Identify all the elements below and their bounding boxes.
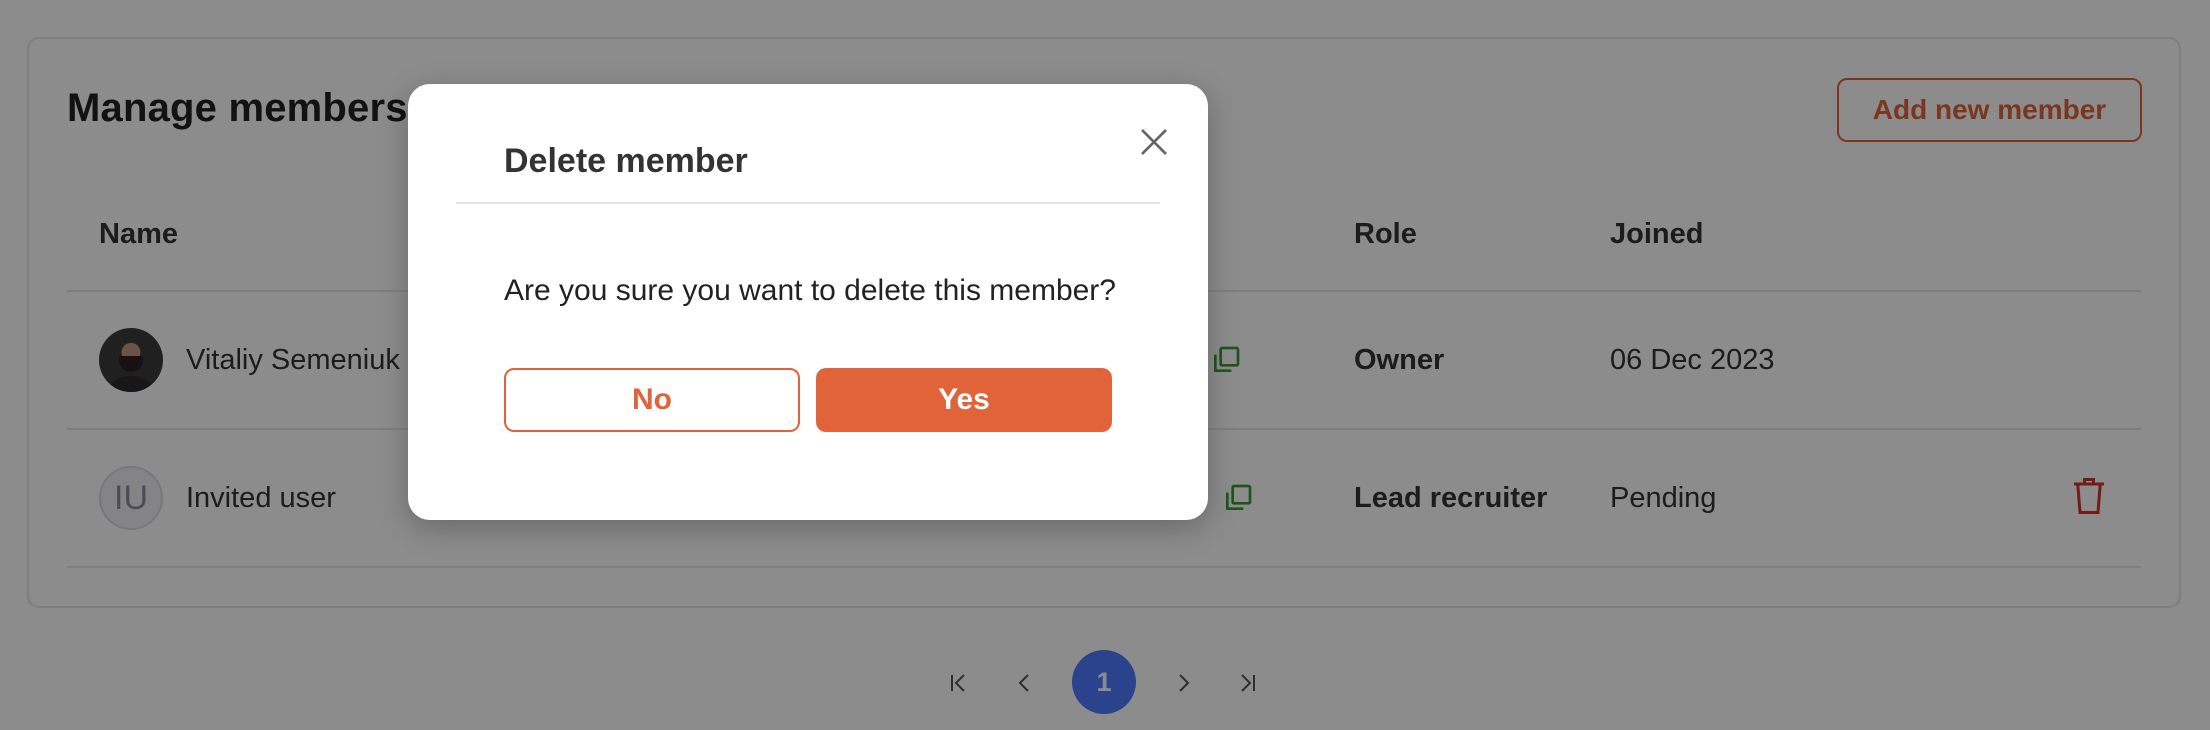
yes-button[interactable]: Yes [816,368,1112,432]
dialog-divider [456,202,1160,204]
members-page: Manage members Add new member Name Role … [0,0,2210,730]
dialog-title: Delete member [504,142,748,180]
delete-member-dialog: Delete member Are you sure you want to d… [408,84,1208,520]
no-button[interactable]: No [504,368,800,432]
close-icon[interactable] [1136,124,1172,160]
dialog-message: Are you sure you want to delete this mem… [504,274,1116,307]
